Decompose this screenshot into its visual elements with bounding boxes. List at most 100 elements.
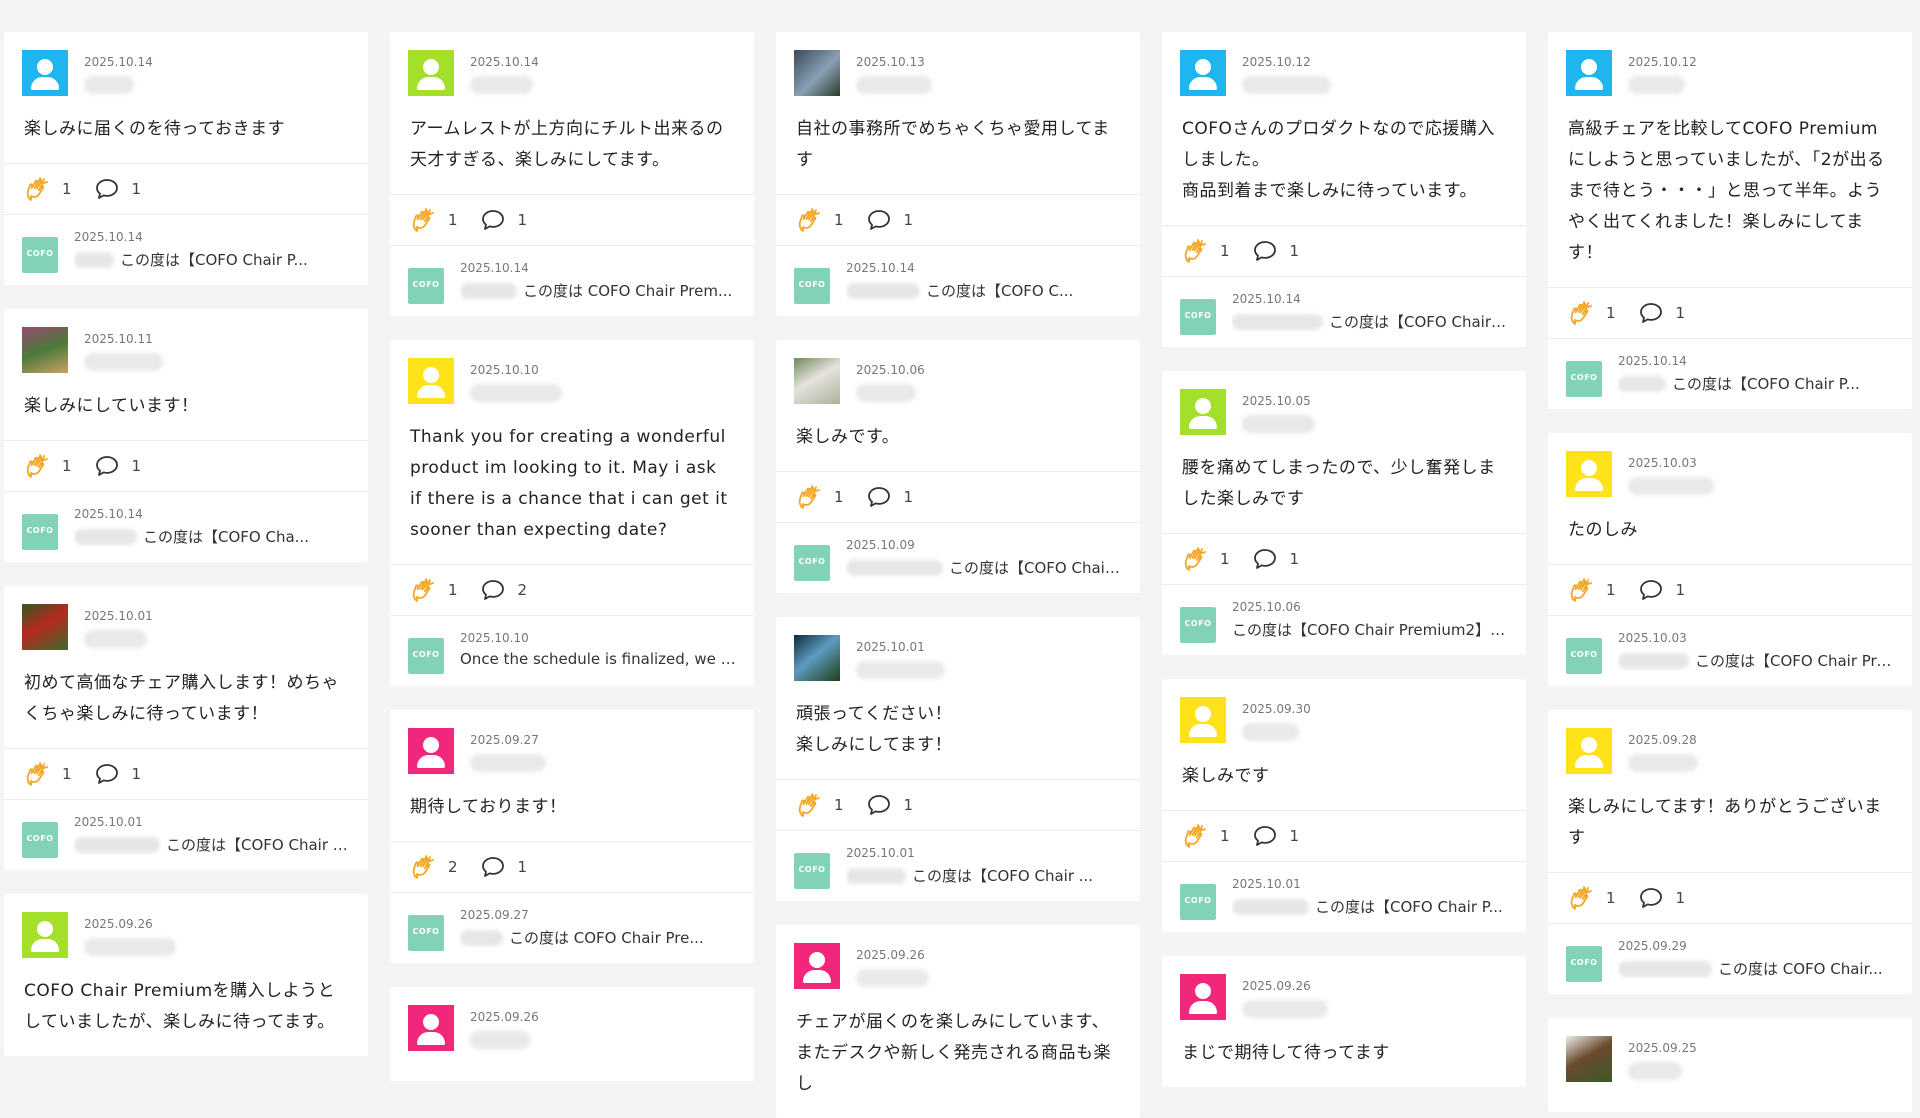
avatar[interactable] (1566, 728, 1612, 774)
clap-button[interactable]: 1 (1182, 238, 1230, 264)
avatar[interactable] (408, 728, 454, 774)
avatar[interactable] (1180, 389, 1226, 435)
reply-line: この度は【COFO Chair ... (846, 865, 1122, 886)
clap-count: 1 (1606, 889, 1616, 907)
comment-button[interactable]: 1 (1638, 578, 1685, 602)
comment-button[interactable]: 1 (1252, 824, 1299, 848)
clap-button[interactable]: 1 (1568, 885, 1616, 911)
official-reply[interactable]: COFO 2025.10.14 この度は COFO Chair Prem... (390, 245, 754, 316)
reaction-bar: 11 (1162, 225, 1526, 276)
clap-button[interactable]: 1 (796, 207, 844, 233)
post-date: 2025.09.26 (470, 1010, 539, 1024)
reply-line: この度は【COFO Cha... (74, 526, 350, 547)
reply-line: この度は【COFO Chair Prem... (74, 834, 350, 855)
comment-card: 2025.10.03 たのしみ 1 1 COFO 2025.10.03 この度は【COFO … (1548, 433, 1912, 686)
official-reply[interactable]: COFO 2025.10.14 この度は【COFO C... (776, 245, 1140, 316)
comment-button[interactable]: 1 (866, 485, 913, 509)
post-meta: 2025.09.28 (1628, 728, 1698, 772)
avatar[interactable] (794, 943, 840, 989)
avatar[interactable] (794, 358, 840, 404)
official-reply[interactable]: COFO 2025.10.14 この度は【COFO Cha... (4, 491, 368, 562)
comment-button[interactable]: 1 (1252, 547, 1299, 571)
clap-button[interactable]: 1 (1182, 546, 1230, 572)
avatar[interactable] (1566, 1036, 1612, 1082)
official-reply[interactable]: COFO 2025.10.14 この度は【COFO Chair P... (4, 214, 368, 285)
comment-text: 楽しみです。 (796, 427, 900, 447)
clap-button[interactable]: 1 (796, 792, 844, 818)
clap-button[interactable]: 1 (24, 176, 72, 202)
avatar[interactable] (22, 604, 68, 650)
comment-bubble-icon (1253, 241, 1276, 261)
post-meta: 2025.10.11 (84, 327, 163, 371)
avatar[interactable] (794, 50, 840, 96)
cofo-logo: COFO (22, 822, 58, 858)
blurred-username (856, 384, 916, 402)
blurred-reply-name (1232, 898, 1309, 915)
post-date: 2025.10.03 (1628, 456, 1697, 470)
comment-button[interactable]: 1 (94, 177, 141, 201)
avatar[interactable] (1180, 974, 1226, 1020)
comment-count: 1 (1675, 889, 1686, 907)
official-reply[interactable]: COFO 2025.10.01 この度は【COFO Chair P... (1162, 861, 1526, 932)
avatar[interactable] (408, 1005, 454, 1051)
post-date: 2025.09.26 (1242, 979, 1311, 993)
clap-count: 1 (62, 765, 72, 783)
official-reply[interactable]: COFO 2025.10.03 この度は【COFO Chair Pre... (1548, 615, 1912, 686)
clap-button[interactable]: 1 (410, 207, 458, 233)
avatar[interactable] (1566, 451, 1612, 497)
comment-button[interactable]: 1 (94, 454, 141, 478)
clap-button[interactable]: 1 (24, 453, 72, 479)
clap-button[interactable]: 1 (1568, 577, 1616, 603)
reply-date: 2025.10.03 (1618, 631, 1687, 645)
avatar[interactable] (1566, 50, 1612, 96)
clap-count: 1 (62, 457, 72, 475)
comment-button[interactable]: 1 (480, 855, 527, 879)
official-reply[interactable]: COFO 2025.10.14 この度は【COFO Chair P... (1548, 338, 1912, 409)
post-meta: 2025.10.12 (1242, 50, 1331, 94)
clap-button[interactable]: 2 (410, 854, 458, 880)
clap-button[interactable]: 1 (1182, 823, 1230, 849)
comment-card: 2025.10.05 腰を痛めてしまったので、少し奮発しました楽しみです 1 1 COF… (1162, 371, 1526, 655)
reply-date: 2025.10.14 (1618, 354, 1687, 368)
comment-button[interactable]: 1 (866, 793, 913, 817)
comment-button[interactable]: 1 (94, 762, 142, 786)
official-reply[interactable]: COFO 2025.10.10 Once the schedule is final… (390, 615, 754, 686)
cofo-logo: COFO (794, 853, 830, 889)
comment-count: 1 (131, 765, 142, 783)
comment-card: 2025.09.26 COFO Chair Premiumを購入しようとしていまし… (4, 894, 368, 1056)
avatar[interactable] (22, 327, 68, 373)
clap-button[interactable]: 1 (796, 484, 844, 510)
comment-button[interactable]: 1 (480, 208, 527, 232)
comment-button[interactable]: 1 (866, 208, 913, 232)
comment-button[interactable]: 1 (1638, 886, 1686, 910)
post-date: 2025.09.28 (1628, 733, 1697, 747)
comment-button[interactable]: 1 (1638, 301, 1685, 325)
official-reply[interactable]: COFO 2025.10.06 この度は【COFO Chair Premium2】を… (1162, 584, 1526, 655)
official-reply[interactable]: COFO 2025.10.01 この度は【COFO Chair Prem... (4, 799, 368, 870)
reply-line: この度は【COFO Chair P... (1618, 373, 1894, 394)
official-reply[interactable]: COFO 2025.10.14 この度は【COFO Chair Prem... (1162, 276, 1526, 347)
official-reply[interactable]: COFO 2025.10.09 この度は【COFO Chair ... (776, 522, 1140, 593)
reply-line: この度は COFO Chair Prem... (460, 280, 736, 301)
blurred-reply-name (846, 559, 943, 576)
avatar[interactable] (22, 50, 68, 96)
official-reply[interactable]: COFO 2025.09.27 この度は COFO Chair Pre... (390, 892, 754, 963)
clap-count: 1 (834, 488, 844, 506)
official-reply[interactable]: COFO 2025.10.01 この度は【COFO Chair ... (776, 830, 1140, 901)
reply-date: 2025.09.27 (460, 908, 529, 922)
avatar[interactable] (408, 358, 454, 404)
avatar[interactable] (22, 912, 68, 958)
avatar[interactable] (1180, 697, 1226, 743)
reaction-bar: 11 (1162, 810, 1526, 861)
avatar[interactable] (408, 50, 454, 96)
post-meta: 2025.10.01 (84, 604, 153, 648)
avatar[interactable] (1180, 50, 1226, 96)
official-reply[interactable]: COFO 2025.09.29 この度は COFO Chair... (1548, 923, 1912, 994)
default-user-icon (1180, 50, 1226, 96)
clap-button[interactable]: 1 (410, 577, 458, 603)
comment-button[interactable]: 2 (480, 578, 527, 602)
clap-button[interactable]: 1 (1568, 300, 1616, 326)
avatar[interactable] (794, 635, 840, 681)
comment-button[interactable]: 1 (1252, 239, 1299, 263)
clap-button[interactable]: 1 (24, 761, 72, 787)
